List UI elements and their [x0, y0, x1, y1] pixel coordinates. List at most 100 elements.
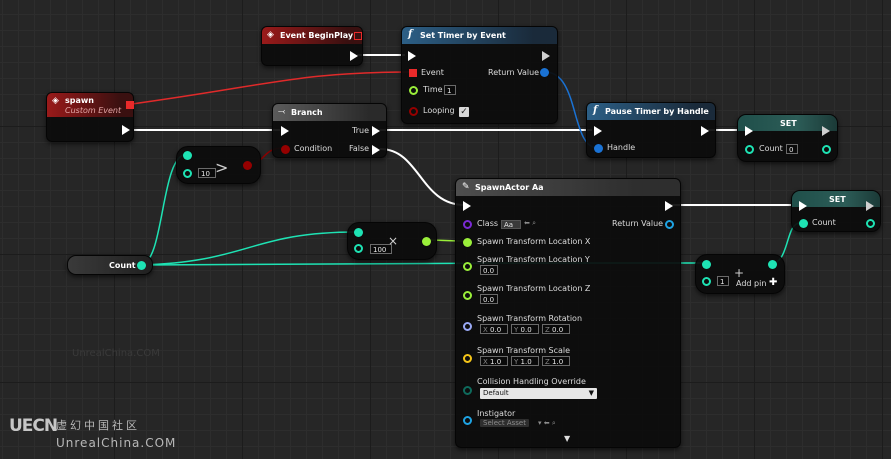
count-input-pin[interactable]: [799, 219, 808, 228]
condition-pin-label: Condition: [294, 144, 333, 153]
collision-label: Collision Handling Override: [477, 377, 586, 386]
node-spawnactor[interactable]: ✎ SpawnActor Aa Class Aa ⬅ ⌕ Return Valu…: [455, 178, 681, 448]
delegate-output-pin[interactable]: [354, 32, 362, 40]
delegate-wire-spawn-event: [131, 71, 411, 105]
timer-handle-output-pin[interactable]: [540, 68, 549, 77]
handle-input-pin[interactable]: [594, 144, 603, 153]
uecn-logo: UECN: [9, 416, 58, 436]
rotation-y-field[interactable]: Y 0.0: [511, 324, 539, 334]
instigator-asset-picker[interactable]: Select Asset: [480, 419, 529, 427]
location-z-input-pin[interactable]: [463, 291, 472, 300]
return-value-label: Return Value: [488, 68, 540, 77]
node-set-timer-by-event[interactable]: f Set Timer by Event Event Return Value …: [401, 26, 558, 124]
delegate-output-pin[interactable]: [126, 101, 134, 109]
expand-advanced-icon[interactable]: ▼: [564, 434, 570, 443]
instigator-input-pin[interactable]: [463, 416, 472, 425]
a-input-pin[interactable]: [183, 151, 192, 160]
node-pause-timer-by-handle[interactable]: f Pause Timer by Handle Handle: [586, 102, 716, 158]
exec-input-pin[interactable]: [745, 126, 753, 136]
node-set-count-bottom[interactable]: SET Count: [791, 190, 881, 232]
add-pin-button[interactable]: Add pin: [736, 279, 766, 288]
exec-output-pin[interactable]: [350, 51, 358, 61]
node-header: [273, 104, 386, 121]
condition-input-pin[interactable]: [281, 145, 290, 154]
location-z-value-field[interactable]: 0.0: [480, 294, 498, 304]
greater-than-symbol: >: [215, 158, 229, 177]
node-multiply[interactable]: 100 ×: [347, 222, 437, 260]
event-diamond-icon: ◈: [267, 30, 274, 40]
function-icon: f: [408, 29, 413, 40]
exec-output-pin[interactable]: [822, 126, 830, 136]
location-y-input-pin[interactable]: [463, 262, 472, 271]
b-value-field[interactable]: 10: [198, 168, 216, 178]
node-title: Count: [109, 261, 136, 270]
event-pin-label: Event: [421, 68, 444, 77]
int-output-pin[interactable]: [768, 260, 777, 269]
plus-icon[interactable]: ✚: [769, 277, 777, 288]
node-get-count[interactable]: Count: [67, 255, 153, 275]
chevron-down-icon: ▼: [588, 389, 594, 397]
false-exec-output-pin[interactable]: [372, 145, 380, 155]
rotation-z-field[interactable]: Z 0.0: [542, 324, 570, 334]
node-set-count-top[interactable]: SET Count 0: [737, 114, 838, 162]
node-add[interactable]: 1 + Add pin ✚: [695, 254, 785, 294]
b-input-pin[interactable]: [702, 277, 711, 286]
class-browse-icons[interactable]: ⬅ ⌕: [524, 219, 536, 228]
exec-output-pin[interactable]: [122, 125, 130, 135]
b-value-field[interactable]: 1: [717, 276, 729, 286]
count-pin-label: Count: [812, 218, 836, 227]
location-x-label: Spawn Transform Location X: [477, 237, 591, 246]
a-input-pin[interactable]: [702, 260, 711, 269]
node-title: spawn: [65, 96, 94, 105]
node-spawn-custom-event[interactable]: ◈ spawn Custom Event: [46, 92, 134, 142]
count-output-pin[interactable]: [137, 261, 146, 270]
event-delegate-input-pin[interactable]: [409, 69, 417, 77]
time-value-field[interactable]: 1: [444, 85, 456, 95]
add-symbol: +: [734, 266, 745, 280]
exec-output-pin[interactable]: [866, 201, 874, 211]
b-input-pin[interactable]: [183, 169, 192, 178]
collision-dropdown[interactable]: Default ▼: [480, 388, 597, 399]
location-x-input-pin[interactable]: [463, 238, 472, 247]
b-input-pin[interactable]: [354, 244, 363, 253]
exec-input-pin[interactable]: [408, 51, 416, 61]
count-output-pin[interactable]: [866, 219, 875, 228]
count-input-pin[interactable]: [745, 145, 754, 154]
scale-x-field[interactable]: X 1.0: [480, 356, 508, 366]
float-output-pin[interactable]: [422, 237, 431, 246]
exec-input-pin[interactable]: [594, 126, 602, 136]
return-value-label: Return Value: [612, 219, 664, 228]
true-exec-output-pin[interactable]: [372, 126, 380, 136]
class-input-pin[interactable]: [463, 220, 472, 229]
count-value-field[interactable]: 0: [786, 144, 798, 154]
count-output-pin[interactable]: [822, 145, 831, 154]
spawn-actor-icon: ✎: [462, 182, 470, 192]
instigator-browse-icons[interactable]: ▾ ⬅ ⌕: [538, 419, 556, 428]
node-branch[interactable]: ⤙ Branch True Condition False: [272, 103, 387, 158]
boolean-output-pin[interactable]: [243, 161, 252, 170]
node-event-beginplay[interactable]: ◈ Event BeginPlay: [261, 26, 363, 66]
scale-input-pin[interactable]: [463, 354, 472, 363]
node-greater-than[interactable]: 10 >: [176, 146, 261, 184]
event-diamond-icon: ◈: [52, 96, 59, 106]
collision-input-pin[interactable]: [463, 386, 472, 395]
scale-z-field[interactable]: Z 1.0: [542, 356, 570, 366]
time-pin-label: Time: [423, 85, 443, 94]
class-selector[interactable]: Aa: [501, 220, 521, 229]
exec-output-pin[interactable]: [542, 51, 550, 61]
scale-y-field[interactable]: Y 1.0: [511, 356, 539, 366]
time-input-pin[interactable]: [409, 86, 418, 95]
exec-input-pin[interactable]: [799, 201, 807, 211]
rotation-x-field[interactable]: X 0.0: [480, 324, 508, 334]
true-pin-label: True: [352, 126, 369, 135]
rotation-input-pin[interactable]: [463, 322, 472, 331]
looping-checkbox[interactable]: ✓: [459, 107, 469, 117]
return-value-output-pin[interactable]: [665, 220, 674, 229]
location-y-value-field[interactable]: 0.0: [480, 265, 498, 275]
exec-output-pin[interactable]: [665, 201, 673, 211]
exec-input-pin[interactable]: [281, 126, 289, 136]
exec-output-pin[interactable]: [701, 126, 709, 136]
looping-input-pin[interactable]: [409, 107, 418, 116]
a-input-pin[interactable]: [354, 228, 363, 237]
exec-input-pin[interactable]: [463, 201, 471, 211]
